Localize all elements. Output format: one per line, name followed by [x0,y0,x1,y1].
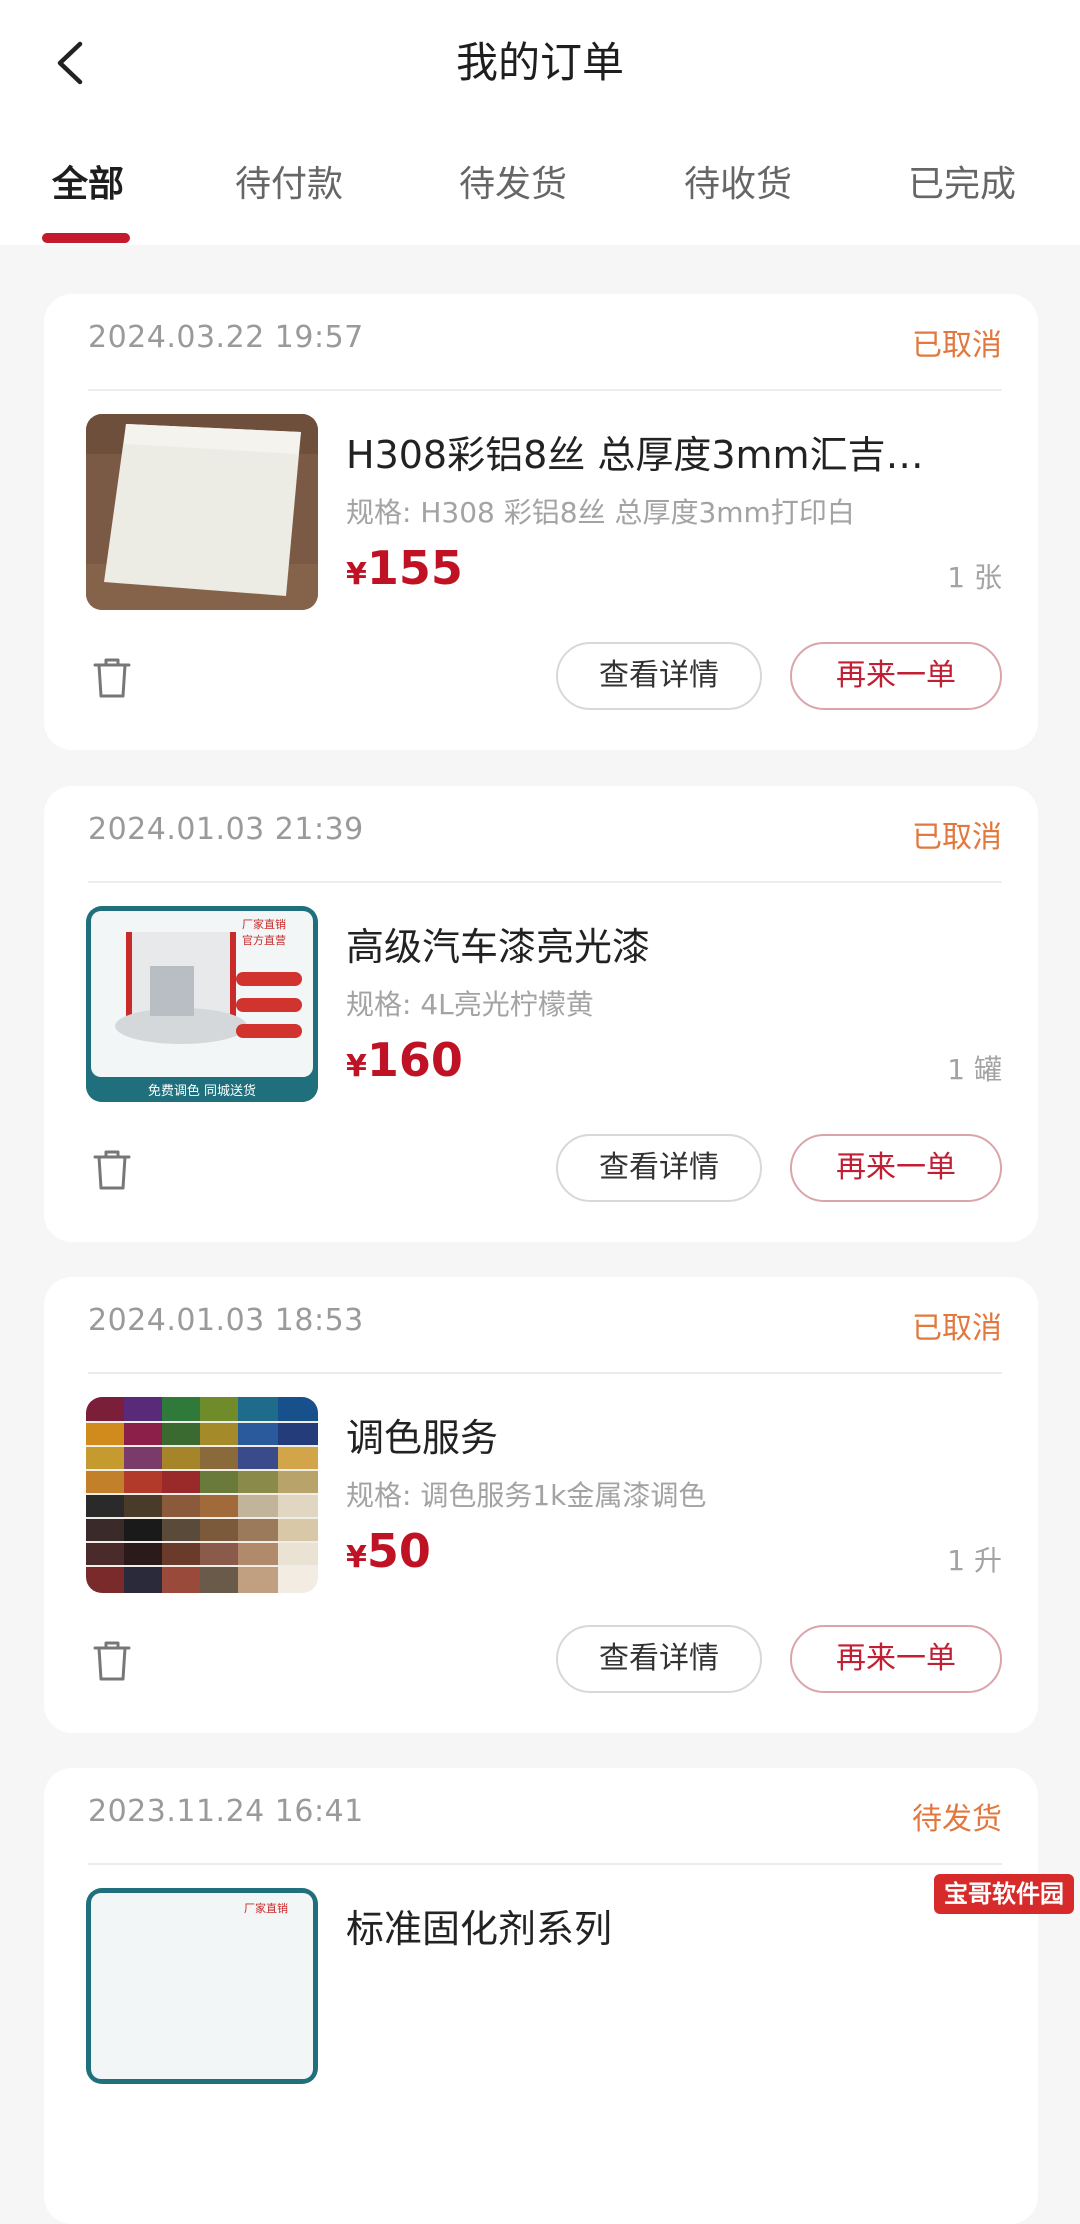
product-thumbnail[interactable]: 厂家直销 [86,1888,318,2084]
price-value: 160 [366,1033,463,1087]
thumb-footer-text: 免费调色 同城送货 [148,1083,256,1099]
product-quantity: 1 张 [947,561,1002,594]
currency-symbol: ¥ [346,557,367,592]
tab-pending-receipt[interactable]: 待收货 [684,150,792,220]
thumb-badge-text-2: 官方直营 [242,933,286,947]
price-value: 155 [366,541,463,595]
view-details-button[interactable]: 查看详情 [556,1625,762,1693]
product-name[interactable]: 调色服务 [346,1407,986,1462]
order-card[interactable]: 2024.01.03 18:53 已取消 调色服务 规格: 调色服务1k金属漆调… [44,1277,1038,1733]
order-tabs: 全部 待付款 待发货 待收货 已完成 [0,150,1080,245]
order-status: 已取消 [912,820,1002,855]
active-tab-indicator [42,233,130,243]
product-name[interactable]: 标准固化剂系列 [346,1898,986,1953]
tab-completed[interactable]: 已完成 [908,150,1016,220]
order-status: 已取消 [912,328,1002,363]
trash-icon [93,1150,131,1190]
top-bar: 我的订单 全部 待付款 待发货 待收货 已完成 [0,0,1080,245]
product-spec: 规格: 4L亮光柠檬黄 [346,988,594,1021]
product-spec: 规格: H308 彩铝8丝 总厚度3mm打印白 [346,496,855,529]
thumb-badge-text: 厂家直销 [242,917,286,931]
trash-icon [93,658,131,698]
tab-all[interactable]: 全部 [52,150,124,220]
back-arrow-icon [57,41,83,85]
view-details-button[interactable]: 查看详情 [556,1134,762,1202]
product-thumbnail[interactable] [86,1397,318,1593]
order-card[interactable]: 2023.11.24 16:41 待发货 厂家直销 标准固化剂系列 [44,1768,1038,2224]
divider [88,1372,1002,1374]
currency-symbol: ¥ [346,1049,367,1084]
thumb-badge-text: 厂家直销 [244,1901,288,1915]
view-details-button[interactable]: 查看详情 [556,642,762,710]
car-paint-image: 厂家直销 官方直营 免费调色 同城送货 [86,906,318,1102]
product-quantity: 1 罐 [947,1053,1002,1086]
product-thumbnail[interactable]: 厂家直销 官方直营 免费调色 同城送货 [86,906,318,1102]
white-panel-image [86,414,318,610]
reorder-button[interactable]: 再来一单 [790,1134,1002,1202]
product-price: ¥160 [346,1033,463,1087]
price-value: 50 [366,1524,431,1578]
product-price: ¥50 [346,1524,431,1578]
tab-pending-payment[interactable]: 待付款 [235,150,343,220]
product-price: ¥155 [346,541,463,595]
order-card[interactable]: 2024.01.03 21:39 已取消 厂家直销 官方直营 免费调色 同城送货… [44,786,1038,1242]
reorder-button[interactable]: 再来一单 [790,1625,1002,1693]
color-chart-image [86,1397,318,1593]
delete-order-button[interactable] [88,652,136,704]
order-date: 2024.01.03 18:53 [88,1303,364,1338]
order-date: 2024.01.03 21:39 [88,812,364,847]
divider [88,389,1002,391]
delete-order-button[interactable] [88,1144,136,1196]
order-date: 2024.03.22 19:57 [88,320,364,355]
product-name[interactable]: 高级汽车漆亮光漆 [346,916,986,971]
product-spec: 规格: 调色服务1k金属漆调色 [346,1479,707,1512]
trash-icon [93,1641,131,1681]
product-name[interactable]: H308彩铝8丝 总厚度3mm汇吉… [346,424,986,479]
tab-pending-shipment[interactable]: 待发货 [459,150,567,220]
currency-symbol: ¥ [346,1540,367,1575]
product-thumbnail[interactable] [86,414,318,610]
delete-order-button[interactable] [88,1635,136,1687]
order-date: 2023.11.24 16:41 [88,1794,364,1829]
reorder-button[interactable]: 再来一单 [790,642,1002,710]
hardener-image: 厂家直销 [86,1888,318,2084]
divider [88,1863,1002,1865]
order-status: 待发货 [912,1802,1002,1837]
product-quantity: 1 升 [947,1544,1002,1577]
page-title: 我的订单 [455,38,624,87]
divider [88,881,1002,883]
watermark-logo: 宝哥软件园 [934,1874,1074,1914]
order-card[interactable]: 2024.03.22 19:57 已取消 H308彩铝8丝 总厚度3mm汇吉… … [44,294,1038,750]
back-button[interactable] [40,30,100,96]
order-status: 已取消 [912,1311,1002,1346]
